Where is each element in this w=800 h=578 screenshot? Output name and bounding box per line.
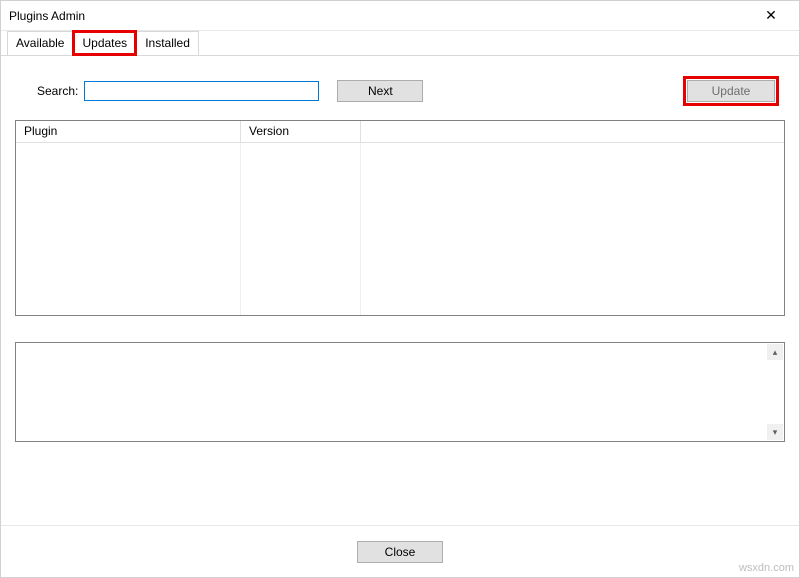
table-col-version xyxy=(241,143,361,315)
tab-bar: Available Updates Installed xyxy=(1,31,799,56)
footer: Close xyxy=(1,525,799,577)
description-box: ▴ ▾ xyxy=(15,342,785,442)
tab-updates[interactable]: Updates xyxy=(73,31,136,55)
close-icon[interactable]: ✕ xyxy=(751,2,791,30)
column-header-empty xyxy=(361,121,784,143)
watermark: wsxdn.com xyxy=(739,562,794,574)
table-header: Plugin Version xyxy=(16,121,784,143)
table-body xyxy=(16,143,784,315)
window-title: Plugins Admin xyxy=(9,9,751,23)
tab-label: Updates xyxy=(82,36,127,50)
titlebar: Plugins Admin ✕ xyxy=(1,1,799,31)
tab-installed[interactable]: Installed xyxy=(136,31,199,55)
plugins-table: Plugin Version xyxy=(15,120,785,316)
column-header-version[interactable]: Version xyxy=(241,121,361,143)
scroll-up-icon[interactable]: ▴ xyxy=(767,344,783,360)
close-x: ✕ xyxy=(765,7,777,24)
tab-label: Available xyxy=(16,36,64,50)
content-area: Search: Next Update Plugin Version ▴ ▾ xyxy=(1,56,799,525)
next-button[interactable]: Next xyxy=(337,80,423,102)
column-header-plugin[interactable]: Plugin xyxy=(16,121,241,143)
search-label: Search: xyxy=(37,84,78,98)
tab-available[interactable]: Available xyxy=(7,31,73,55)
tab-label: Installed xyxy=(145,36,190,50)
plugins-admin-window: Plugins Admin ✕ Available Updates Instal… xyxy=(0,0,800,578)
table-col-plugin xyxy=(16,143,241,315)
search-input[interactable] xyxy=(84,81,319,101)
search-row: Search: Next Update xyxy=(13,68,787,120)
close-button[interactable]: Close xyxy=(357,541,443,563)
scroll-down-icon[interactable]: ▾ xyxy=(767,424,783,440)
update-button[interactable]: Update xyxy=(687,80,775,102)
